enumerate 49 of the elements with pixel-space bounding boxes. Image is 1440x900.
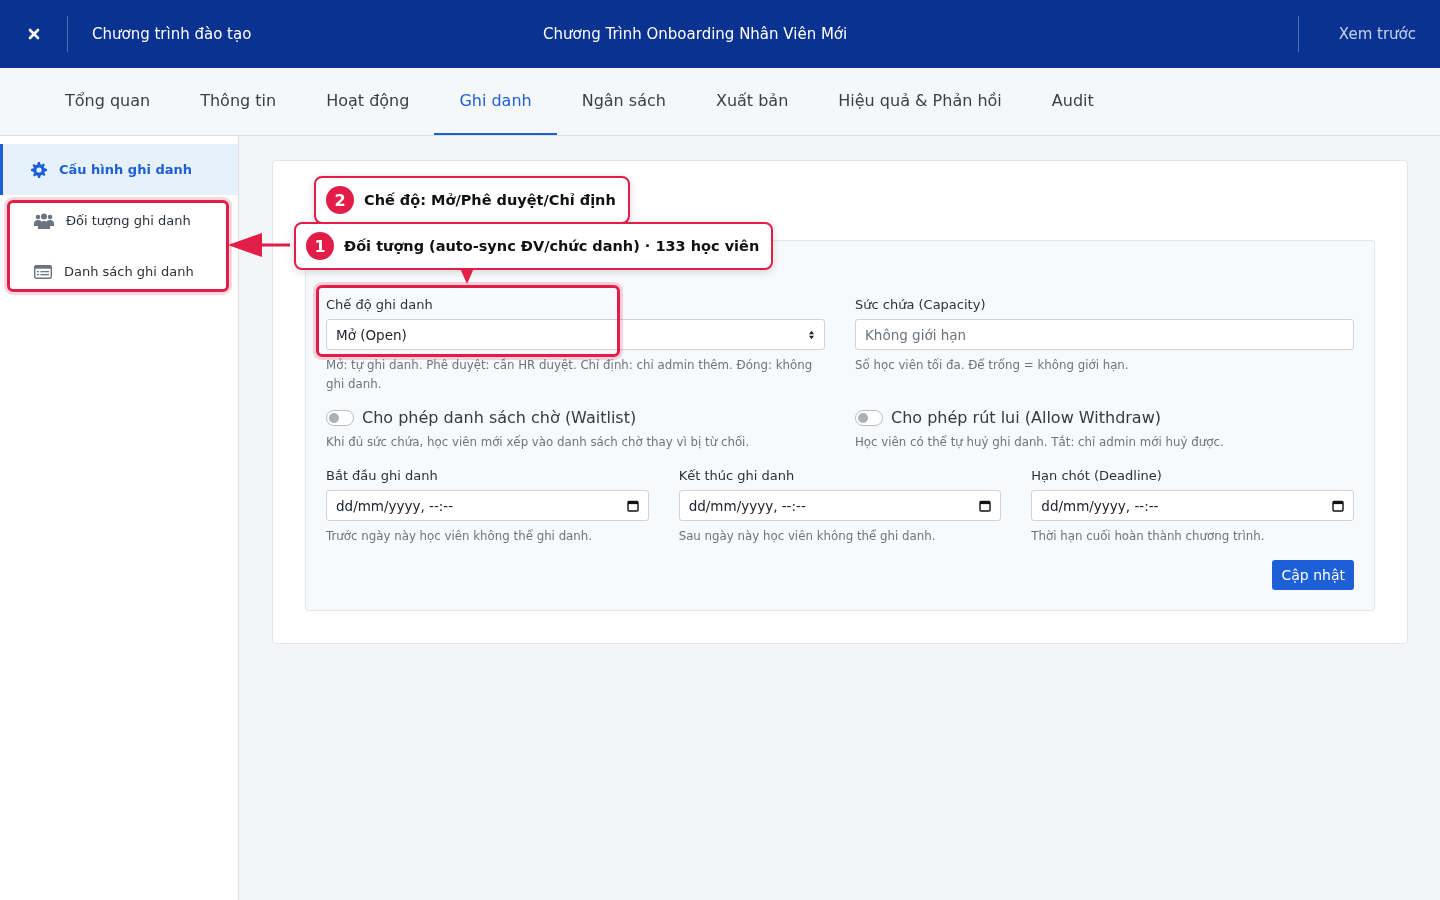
list-icon: [34, 264, 52, 279]
close-icon: [27, 28, 40, 40]
input-field[interactable]: Không giới hạn: [855, 319, 1354, 350]
field-hint: Mở: tự ghi danh. Phê duyệt: cần HR duyệt. Chỉ định: chỉ admin thêm. Đóng: không ghi danh.: [326, 357, 814, 393]
select-field[interactable]: Mở (Open): [326, 319, 825, 350]
tab[interactable]: Xuất bản: [690, 68, 814, 135]
update-button[interactable]: Cập nhật: [1272, 560, 1354, 590]
field-label: Sức chứa (Capacity): [855, 297, 987, 312]
calendar-icon: [626, 499, 639, 512]
callout-text: Chế độ: Mở/Phê duyệt/Chỉ định: [364, 192, 616, 208]
tab[interactable]: Hoạt động: [301, 68, 435, 135]
calendar-icon: [979, 499, 992, 512]
field-label: Hạn chót (Deadline): [1031, 468, 1163, 483]
calendar-icon: [1332, 499, 1344, 512]
step-number: 2: [326, 186, 354, 214]
tab[interactable]: Ngân sách: [556, 68, 691, 135]
field-label: Chế độ ghi danh: [326, 297, 434, 312]
tab[interactable]: Ghi danh: [434, 68, 557, 135]
field-hint: Số học viên tối đa. Để trống = không giới hạn.: [855, 357, 1130, 374]
toggle-switch[interactable]: [855, 409, 883, 426]
users-icon: [34, 212, 54, 229]
field-label: Bắt đầu ghi danh: [326, 468, 439, 483]
date-field[interactable]: dd/mm/yyyy, --:--: [678, 490, 1002, 521]
field-label: Kết thúc ghi danh: [678, 468, 796, 483]
sidebar-item[interactable]: Danh sách ghi danh: [0, 246, 238, 297]
preview-link[interactable]: Xem trước: [1298, 25, 1440, 43]
callout-text: Đối tượng (auto-sync ĐV/chức danh) · 133 học viên: [344, 238, 760, 254]
tab[interactable]: Hiệu quả & Phản hồi: [813, 68, 1027, 135]
program-title: Chương Trình Onboarding Nhân Viên Mới: [543, 25, 849, 43]
section-title: Chương trình đào tạo: [92, 25, 253, 43]
gear-icon: [31, 161, 47, 178]
date-field[interactable]: dd/mm/yyyy, --:--: [326, 490, 649, 521]
sort-icon: [808, 329, 815, 340]
field-hint: Trước ngày này học viên không thể ghi danh.: [326, 528, 594, 545]
tab[interactable]: Audit: [1026, 68, 1119, 135]
pointer-arrow: [228, 233, 292, 257]
tab[interactable]: Tổng quan: [40, 68, 176, 135]
toggle-label: Cho phép rút lui (Allow Withdraw): [891, 408, 1161, 427]
sidebar-item[interactable]: Cấu hình ghi danh: [0, 144, 238, 195]
field-hint: Thời hạn cuối hoàn thành chương trình.: [1031, 528, 1266, 545]
step-number: 1: [306, 232, 334, 260]
toggle-switch[interactable]: [326, 409, 354, 426]
date-field[interactable]: dd/mm/yyyy, --:--: [1031, 490, 1354, 521]
sidebar-item[interactable]: Đối tượng ghi danh: [0, 195, 238, 246]
field-hint: Sau ngày này học viên không thể ghi danh.: [678, 528, 937, 545]
toggle-label: Cho phép danh sách chờ (Waitlist): [362, 408, 637, 427]
field-hint: Khi đủ sức chứa, học viên mới xếp vào danh sách chờ thay vì bị từ chối.: [326, 434, 751, 451]
tab[interactable]: Thông tin: [175, 68, 302, 135]
field-hint: Học viên có thể tự huỷ ghi danh. Tắt: chỉ admin mới huỷ được.: [855, 434, 1225, 451]
